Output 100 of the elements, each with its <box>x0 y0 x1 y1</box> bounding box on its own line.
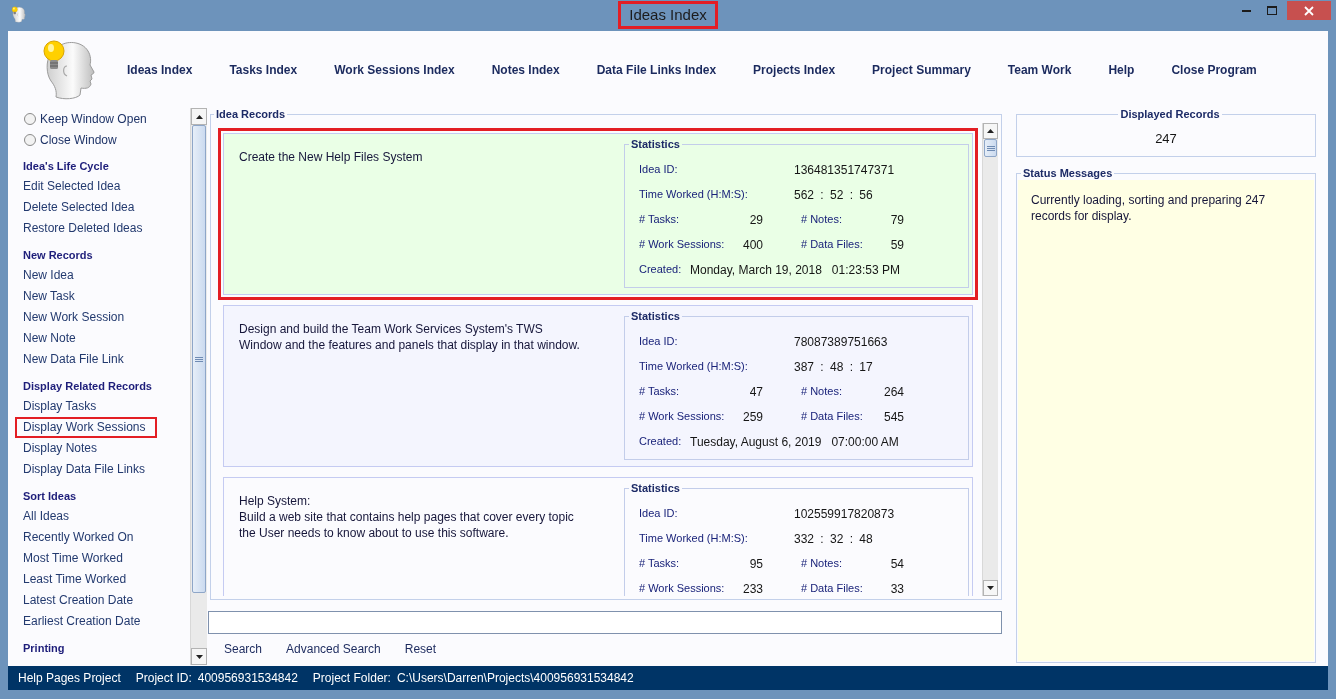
stat-value: 545 <box>882 409 904 424</box>
stat-value: 387 : 48 : 17 <box>794 359 873 374</box>
idea-description: Help System: Build a web site that contains help pages that cover every topic the User needs to know about to use this software. <box>239 493 575 541</box>
window-title: Ideas Index <box>618 1 718 29</box>
menu-link[interactable]: Team Work <box>1007 62 1072 78</box>
menu-link[interactable]: Help <box>1108 62 1135 78</box>
panel-title: Displayed Records <box>1119 107 1221 121</box>
head-lightbulb-logo <box>40 39 96 101</box>
status-value: C:\Users\Darren\Projects\400956931534842 <box>396 670 634 686</box>
stat-value: 54 <box>889 556 904 571</box>
sidebar-item[interactable]: Delete Selected Idea <box>15 197 147 218</box>
menu-link[interactable]: Project Summary <box>872 62 971 78</box>
menu-link[interactable]: Ideas Index <box>127 62 193 78</box>
menu-link[interactable]: Work Sessions Index <box>334 62 455 78</box>
stat-label: Idea ID: <box>639 507 679 520</box>
sidebar-item[interactable]: Most Time Worked <box>15 548 135 569</box>
stat-label: Idea ID: <box>639 163 679 176</box>
scroll-down-button[interactable] <box>983 580 998 596</box>
sidebar-item[interactable]: New Idea <box>15 265 86 286</box>
status-message: Currently loading, sorting and preparing 247 records for display. <box>1031 192 1267 224</box>
sidebar-heading: New Records <box>22 248 94 263</box>
menu-link[interactable]: Notes Index <box>491 62 560 78</box>
stat-value: 95 <box>748 556 763 571</box>
sidebar-item[interactable]: Least Time Worked <box>15 569 139 590</box>
created-time: 01:23:53 PM <box>831 262 900 277</box>
sidebar-item[interactable]: Display Notes <box>15 438 110 459</box>
sidebar-item[interactable]: Display Data File Links <box>15 459 158 480</box>
sidebar-item[interactable]: Display Tasks <box>15 396 109 417</box>
menu-link[interactable]: Projects Index <box>753 62 836 78</box>
created-date: Tuesday, August 6, 2019 <box>690 434 822 449</box>
panel-title: Idea Records <box>215 107 287 121</box>
stat-label: # Data Files: <box>801 582 864 595</box>
stat-value: 400 <box>741 237 763 252</box>
triangle-up-icon <box>987 129 994 133</box>
stat-label: # Notes: <box>801 213 843 226</box>
stat-value: 332 : 32 : 48 <box>794 531 873 546</box>
close-button[interactable] <box>1287 1 1331 20</box>
sidebar-item[interactable]: Recently Worked On <box>15 527 146 548</box>
stat-value: 562 : 52 : 56 <box>794 187 873 202</box>
menu-link[interactable]: Close Program <box>1171 62 1257 78</box>
idea-record-card[interactable] <box>223 477 973 596</box>
stat-value: 264 <box>882 384 904 399</box>
idea-description: Create the New Help Files System <box>239 149 424 165</box>
search-action-button[interactable]: Search <box>212 640 275 658</box>
stat-label: Time Worked (H:M:S): <box>639 188 749 201</box>
stat-label: Created: <box>639 263 683 276</box>
stat-label: # Data Files: <box>801 238 864 251</box>
scrollbar-thumb[interactable] <box>192 125 206 593</box>
stat-value: 102559917820873 <box>794 506 895 521</box>
close-icon <box>1304 5 1314 16</box>
stat-value: 47 <box>748 384 763 399</box>
stat-label: Created: <box>639 435 683 448</box>
stat-label: # Work Sessions: <box>639 582 726 595</box>
sidebar-item[interactable]: New Note <box>15 328 88 349</box>
stat-label: # Tasks: <box>639 213 681 226</box>
scroll-up-button[interactable] <box>191 108 207 125</box>
scrollbar-thumb[interactable] <box>984 139 997 157</box>
radio-option[interactable]: Keep Window Open <box>8 108 151 129</box>
menu-link[interactable]: Tasks Index <box>229 62 298 78</box>
menu-link[interactable]: Data File Links Index <box>596 62 717 78</box>
stat-label: # Work Sessions: <box>639 238 726 251</box>
stat-value: 233 <box>741 581 763 596</box>
stat-label: Time Worked (H:M:S): <box>639 360 749 373</box>
head-lightbulb-icon <box>11 6 26 23</box>
search-action-button[interactable]: Advanced Search <box>274 640 393 658</box>
stat-value: 79 <box>889 212 904 227</box>
panel-title: Statistics <box>630 309 681 323</box>
sidebar-heading: Display Related Records <box>22 379 153 394</box>
sidebar-item[interactable]: New Work Session <box>15 307 137 328</box>
sidebar-item[interactable]: Latest Creation Date <box>15 590 146 611</box>
stat-label: # Work Sessions: <box>639 410 726 423</box>
status-label: Help Pages Project <box>18 670 121 686</box>
stat-value: 59 <box>889 237 904 252</box>
stat-value: 78087389751663 <box>794 334 888 349</box>
panel-title: Status Messages <box>1022 166 1114 180</box>
triangle-up-icon <box>195 114 203 119</box>
status-label: Project Folder: <box>312 670 391 686</box>
triangle-down-icon <box>987 586 994 590</box>
idea-record-card[interactable] <box>223 305 973 467</box>
sidebar-item[interactable]: New Task <box>15 286 87 307</box>
stat-label: # Tasks: <box>639 557 681 570</box>
grip-lines-icon <box>195 356 203 362</box>
status-value: 400956931534842 <box>197 670 298 686</box>
stat-label: # Notes: <box>801 557 843 570</box>
stat-value: 259 <box>741 409 763 424</box>
sidebar-item[interactable]: Earliest Creation Date <box>15 611 153 632</box>
scroll-down-button[interactable] <box>191 648 207 665</box>
created-time: 07:00:00 AM <box>831 434 899 449</box>
panel-title: Statistics <box>630 481 681 495</box>
panel-title: Statistics <box>630 137 681 151</box>
sidebar-item[interactable]: New Data File Link <box>15 349 136 370</box>
search-field[interactable] <box>208 611 1002 634</box>
sidebar-heading: Printing <box>22 641 66 656</box>
sidebar-item[interactable]: Edit Selected Idea <box>15 176 133 197</box>
sidebar-item[interactable]: All Ideas <box>15 506 82 527</box>
sidebar-item[interactable]: Display Work Sessions <box>15 417 158 438</box>
scroll-up-button[interactable] <box>983 123 998 139</box>
radio-option[interactable]: Close Window <box>8 129 121 150</box>
sidebar-item[interactable]: Restore Deleted Ideas <box>15 218 155 239</box>
search-action-button[interactable]: Reset <box>392 640 449 658</box>
